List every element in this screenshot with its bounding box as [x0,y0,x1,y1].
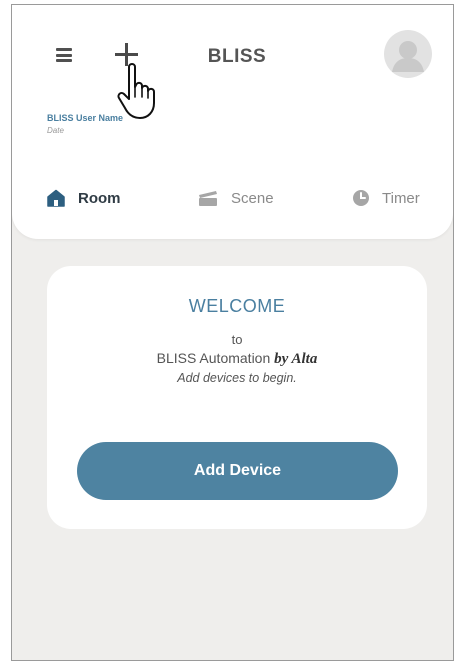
tab-bar: Room Scene Timer [12,183,453,213]
welcome-card: WELCOME to BLISS Automation by Alta Add … [47,266,427,529]
app-title: BLISS [207,46,267,67]
welcome-to: to [231,332,243,347]
user-name: BLISS User Name [47,113,124,123]
welcome-app-line: BLISS Automation by Alta [47,350,427,368]
tab-scene[interactable]: Scene [197,183,274,213]
user-date: Date [47,126,64,135]
header-panel: BLISS BLISS User Name Date Room Scene Ti… [12,5,453,239]
home-icon [47,189,65,207]
tab-room-label: Room [78,189,121,207]
welcome-app-name: BLISS Automation [156,350,271,366]
scene-icon [199,191,217,206]
welcome-title: WELCOME [188,296,286,316]
welcome-subtitle: Add devices to begin. [177,371,297,385]
clock-icon [353,190,369,206]
tab-timer-label: Timer [382,189,420,207]
welcome-by-alta: by Alta [274,351,318,367]
add-device-button[interactable]: Add Device [77,442,398,500]
tab-room[interactable]: Room [46,183,121,213]
user-avatar-icon[interactable] [384,30,432,78]
tab-timer[interactable]: Timer [352,183,420,213]
app-screen: BLISS BLISS User Name Date Room Scene Ti… [11,4,454,661]
tab-scene-label: Scene [231,189,274,207]
menu-icon[interactable] [56,48,72,62]
plus-icon[interactable] [115,43,139,67]
